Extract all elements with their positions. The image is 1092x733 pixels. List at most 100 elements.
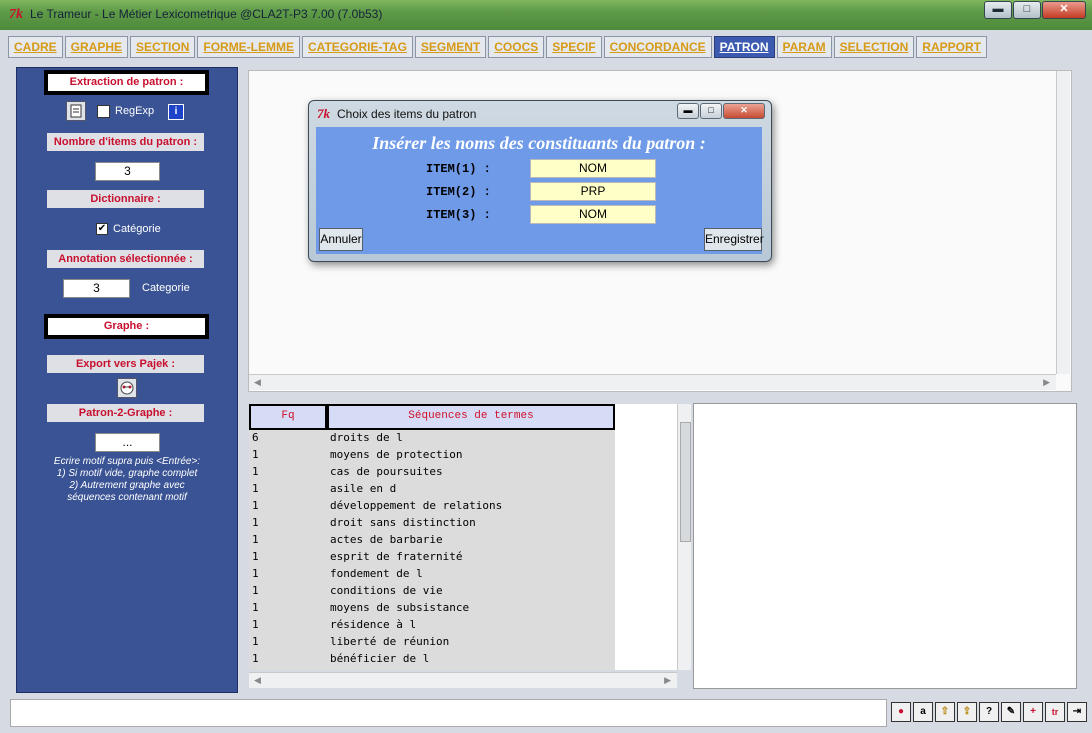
fq-cell: 1 — [252, 533, 259, 546]
pajek-export-icon[interactable] — [117, 378, 137, 398]
scroll-right-icon[interactable]: ▶ — [664, 675, 671, 686]
nb-items-label: Nombre d'items du patron : — [47, 133, 204, 151]
annotation-input[interactable]: 3 — [63, 279, 130, 298]
minimize-button[interactable]: ▬ — [984, 1, 1012, 19]
annotation-label: Annotation sélectionnée : — [47, 250, 204, 268]
sequences-table: Fq Séquences de termes 6 droits de l 1 moy… — [249, 404, 615, 670]
fq-cell: 1 — [252, 465, 259, 478]
tab-segment[interactable]: SEGMENT — [414, 36, 487, 58]
item2-label: ITEM(2) : — [426, 185, 491, 199]
tab-specif[interactable]: SPECIF — [546, 36, 602, 58]
scroll-thumb[interactable] — [680, 422, 691, 542]
info-icon[interactable]: i — [168, 104, 184, 120]
fq-cell: 1 — [252, 635, 259, 648]
dialog-title: Choix des items du patron — [337, 107, 477, 121]
table-row[interactable]: 1 liberté de réunion — [249, 633, 615, 650]
help-icon[interactable]: ? — [979, 702, 999, 722]
seq-cell: esprit de fraternité — [330, 550, 463, 563]
regexp-label: RegExp — [115, 105, 155, 117]
regexp-checkbox[interactable] — [97, 105, 110, 118]
dialog-maximize-button[interactable]: □ — [700, 103, 722, 119]
dialog-body: Insérer les noms des constituants du pat… — [316, 127, 764, 254]
table-row[interactable]: 1 actes de barbarie — [249, 531, 615, 548]
table-row[interactable]: 1 bénéficier de l — [249, 650, 615, 667]
table-row[interactable]: 1 cas de poursuites — [249, 463, 615, 480]
tab-graphe[interactable]: GRAPHE — [64, 36, 129, 58]
cancel-button[interactable]: Annuler — [319, 228, 363, 251]
nb-items-input[interactable]: 3 — [95, 162, 160, 181]
tab-selection[interactable]: SELECTION — [833, 36, 915, 58]
table-row[interactable]: 1 conditions de vie — [249, 582, 615, 599]
graphe-button[interactable]: Graphe : — [44, 314, 209, 339]
edit-icon[interactable]: ✎ — [1001, 702, 1021, 722]
seq-cell: moyens de subsistance — [330, 601, 470, 614]
save-button[interactable]: Enregistrer — [704, 228, 764, 251]
table-row[interactable]: 1 esprit de fraternité — [249, 548, 615, 565]
window-title: Le Trameur - Le Métier Lexicometrique @C… — [30, 7, 383, 21]
fq-cell: 1 — [252, 601, 259, 614]
graph-vertical-scrollbar[interactable] — [1056, 71, 1070, 374]
seq-cell: conditions de vie — [330, 584, 443, 597]
folder-export-icon[interactable]: ⇪ — [957, 702, 977, 722]
tk-logo-icon: 7k — [9, 7, 23, 22]
folder-up-icon[interactable]: ⇧ — [935, 702, 955, 722]
table-horizontal-scrollbar[interactable]: ◀ ▶ — [249, 672, 677, 688]
fq-cell: 1 — [252, 550, 259, 563]
table-row[interactable]: 1 développement de relations — [249, 497, 615, 514]
table-row[interactable]: 1 résidence à l — [249, 616, 615, 633]
text-icon[interactable]: a — [913, 702, 933, 722]
seq-cell: droit sans distinction — [330, 516, 476, 529]
item3-label: ITEM(3) : — [426, 208, 491, 222]
help-line: séquences contenant motif — [67, 492, 187, 503]
graph-horizontal-scrollbar[interactable]: ◀ ▶ — [249, 374, 1056, 390]
scroll-right-icon[interactable]: ▶ — [1043, 377, 1050, 388]
exit-icon[interactable]: ⇥ — [1067, 702, 1087, 722]
dialog-minimize-button[interactable]: ▬ — [677, 103, 699, 119]
help-line: 1) Si motif vide, graphe complet — [56, 468, 198, 479]
table-vertical-scrollbar[interactable] — [677, 404, 691, 670]
stop-icon[interactable]: ● — [891, 702, 911, 722]
column-header-fq[interactable]: Fq — [249, 404, 327, 430]
fq-cell: 1 — [252, 652, 259, 665]
tab-section[interactable]: SECTION — [130, 36, 196, 58]
detail-panel[interactable] — [693, 403, 1077, 689]
pattern-file-icon[interactable] — [66, 101, 86, 121]
window-controls: ▬ □ ✕ — [983, 1, 1086, 19]
maximize-button[interactable]: □ — [1013, 1, 1041, 19]
fq-cell: 1 — [252, 618, 259, 631]
table-row[interactable]: 1 asile en d — [249, 480, 615, 497]
close-button[interactable]: ✕ — [1042, 1, 1086, 19]
item3-input[interactable]: NOM — [530, 205, 656, 224]
tab-categorie-tag[interactable]: CATEGORIE-TAG — [302, 36, 413, 58]
patron2graphe-help: Ecrire motif supra puis <Entrée>: 1) Si … — [22, 456, 232, 504]
table-row[interactable]: 1 droit sans distinction — [249, 514, 615, 531]
scroll-left-icon[interactable]: ◀ — [254, 377, 261, 388]
fq-cell: 1 — [252, 516, 259, 529]
table-row[interactable]: 6 droits de l — [249, 429, 615, 446]
tab-param[interactable]: PARAM — [776, 36, 832, 58]
add-icon[interactable]: + — [1023, 702, 1043, 722]
table-row[interactable]: 1 moyens de subsistance — [249, 599, 615, 616]
item2-input[interactable]: PRP — [530, 182, 656, 201]
seq-cell: droits de l — [330, 431, 403, 444]
tab-rapport[interactable]: RAPPORT — [916, 36, 987, 58]
tab-concordance[interactable]: CONCORDANCE — [603, 36, 712, 58]
patron2graphe-input[interactable]: ... — [95, 433, 160, 452]
categorie-check-label: Catégorie — [113, 223, 161, 235]
tab-forme-lemme[interactable]: FORME-LEMME — [197, 36, 301, 58]
column-header-sequences[interactable]: Séquences de termes — [327, 404, 615, 430]
tab-coocs[interactable]: COOCS — [488, 36, 545, 58]
help-line: 2) Autrement graphe avec — [69, 480, 185, 491]
item1-input[interactable]: NOM — [530, 159, 656, 178]
table-row[interactable]: 1 moyens de protection — [249, 446, 615, 463]
dialog-close-button[interactable]: ✕ — [723, 103, 765, 119]
table-row[interactable]: 1 fondement de l — [249, 565, 615, 582]
tab-cadre[interactable]: CADRE — [8, 36, 63, 58]
seq-cell: cas de poursuites — [330, 465, 443, 478]
trameur-icon[interactable]: tr — [1045, 702, 1065, 722]
extraction-button[interactable]: Extraction de patron : — [44, 70, 209, 95]
tab-patron[interactable]: PATRON — [713, 36, 775, 58]
seq-cell: liberté de réunion — [330, 635, 450, 648]
categorie-checkbox[interactable]: ✔ — [96, 223, 108, 235]
scroll-left-icon[interactable]: ◀ — [254, 675, 261, 686]
